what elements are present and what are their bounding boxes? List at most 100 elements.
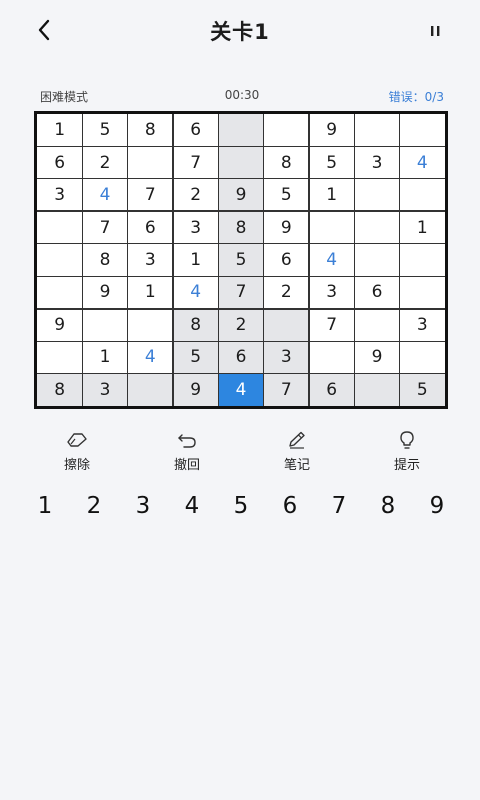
sudoku-cell[interactable]: 9 bbox=[173, 373, 219, 406]
erase-button[interactable]: 擦除 bbox=[42, 430, 112, 474]
tool-bar: 擦除 撤回 笔记 提示 bbox=[0, 430, 480, 474]
num-key-8[interactable]: 8 bbox=[368, 490, 408, 522]
undo-icon bbox=[178, 434, 196, 448]
sudoku-cell[interactable] bbox=[354, 114, 399, 146]
sudoku-cell[interactable] bbox=[37, 341, 82, 373]
error-counter: 错误：0/3 bbox=[388, 90, 444, 104]
sudoku-cell[interactable] bbox=[354, 211, 399, 243]
grid-line bbox=[127, 114, 129, 406]
sudoku-cell[interactable] bbox=[309, 341, 354, 373]
sudoku-cell[interactable]: 4 bbox=[128, 341, 173, 373]
sudoku-cell[interactable]: 5 bbox=[264, 179, 309, 211]
sudoku-cell[interactable]: 7 bbox=[82, 211, 127, 243]
eraser-icon bbox=[67, 433, 87, 447]
sudoku-cell[interactable] bbox=[37, 211, 82, 243]
sudoku-cell[interactable]: 6 bbox=[218, 341, 264, 374]
sudoku-cell[interactable] bbox=[354, 373, 400, 406]
sudoku-cell[interactable]: 7 bbox=[309, 309, 354, 341]
sudoku-cell[interactable]: 9 bbox=[309, 114, 354, 146]
sudoku-cell[interactable]: 8 bbox=[173, 308, 219, 342]
num-key-3[interactable]: 3 bbox=[123, 490, 163, 522]
sudoku-cell[interactable]: 9 bbox=[354, 341, 399, 373]
sudoku-cell[interactable]: 9 bbox=[82, 276, 127, 308]
sudoku-cell[interactable]: 4 bbox=[218, 373, 264, 406]
sudoku-cell[interactable]: 9 bbox=[218, 178, 264, 212]
sudoku-cell[interactable]: 2 bbox=[173, 179, 218, 211]
sudoku-cell[interactable] bbox=[263, 308, 309, 342]
sudoku-cell[interactable]: 1 bbox=[128, 276, 173, 308]
sudoku-cell[interactable] bbox=[37, 276, 82, 308]
sudoku-cell[interactable]: 1 bbox=[400, 211, 445, 243]
sudoku-cell[interactable]: 2 bbox=[218, 308, 264, 342]
sudoku-cell[interactable]: 5 bbox=[173, 341, 219, 374]
num-key-7[interactable]: 7 bbox=[319, 490, 359, 522]
sudoku-cell[interactable]: 3 bbox=[37, 179, 82, 211]
sudoku-cell[interactable] bbox=[128, 309, 173, 341]
sudoku-cell[interactable]: 4 bbox=[82, 179, 127, 211]
sudoku-cell[interactable]: 3 bbox=[263, 341, 309, 374]
sudoku-cell[interactable] bbox=[127, 373, 173, 406]
num-key-5[interactable]: 5 bbox=[221, 490, 261, 522]
sudoku-cell[interactable] bbox=[400, 114, 445, 146]
sudoku-cell[interactable] bbox=[400, 244, 445, 276]
sudoku-cell[interactable]: 6 bbox=[264, 244, 309, 276]
sudoku-cell[interactable] bbox=[354, 309, 399, 341]
sudoku-cell[interactable] bbox=[400, 276, 445, 308]
sudoku-cell[interactable] bbox=[218, 114, 264, 147]
num-key-1[interactable]: 1 bbox=[25, 490, 65, 522]
sudoku-cell[interactable] bbox=[264, 114, 309, 146]
sudoku-cell[interactable]: 2 bbox=[82, 146, 127, 178]
sudoku-cell[interactable]: 6 bbox=[309, 373, 355, 406]
sudoku-cell[interactable]: 3 bbox=[128, 244, 173, 276]
hint-button[interactable]: 提示 bbox=[372, 430, 442, 474]
notes-button[interactable]: 笔记 bbox=[262, 430, 332, 474]
sudoku-cell[interactable]: 9 bbox=[264, 211, 309, 243]
sudoku-cell[interactable]: 6 bbox=[37, 146, 82, 178]
sudoku-cell[interactable] bbox=[82, 309, 127, 341]
sudoku-cell[interactable]: 6 bbox=[128, 211, 173, 243]
sudoku-cell[interactable]: 6 bbox=[354, 276, 399, 308]
sudoku-cell[interactable]: 3 bbox=[354, 146, 399, 178]
sudoku-cell[interactable] bbox=[354, 244, 399, 276]
sudoku-cell[interactable]: 1 bbox=[173, 244, 218, 276]
sudoku-cell[interactable]: 3 bbox=[82, 373, 128, 406]
pause-button[interactable] bbox=[424, 20, 448, 42]
sudoku-cell[interactable]: 1 bbox=[309, 179, 354, 211]
num-key-9[interactable]: 9 bbox=[417, 490, 457, 522]
sudoku-cell[interactable]: 8 bbox=[264, 146, 309, 178]
sudoku-cell[interactable]: 5 bbox=[309, 146, 354, 178]
sudoku-cell[interactable]: 4 bbox=[400, 146, 445, 178]
sudoku-cell[interactable]: 3 bbox=[400, 309, 445, 341]
sudoku-cell[interactable]: 5 bbox=[399, 373, 445, 406]
sudoku-cell[interactable]: 9 bbox=[37, 309, 82, 341]
sudoku-cell[interactable]: 1 bbox=[37, 114, 82, 146]
sudoku-cell[interactable]: 8 bbox=[82, 244, 127, 276]
sudoku-cell[interactable]: 7 bbox=[263, 373, 309, 406]
sudoku-cell[interactable]: 5 bbox=[82, 114, 127, 146]
sudoku-cell[interactable]: 6 bbox=[173, 114, 218, 146]
sudoku-cell[interactable] bbox=[354, 179, 399, 211]
sudoku-cell[interactable]: 3 bbox=[173, 211, 218, 243]
sudoku-cell[interactable] bbox=[400, 341, 445, 373]
sudoku-cell[interactable]: 4 bbox=[173, 276, 218, 308]
sudoku-cell[interactable]: 7 bbox=[218, 276, 264, 309]
sudoku-cell[interactable]: 7 bbox=[128, 179, 173, 211]
sudoku-cell[interactable]: 8 bbox=[218, 211, 264, 244]
sudoku-cell[interactable] bbox=[309, 211, 354, 243]
sudoku-cell[interactable]: 7 bbox=[173, 146, 218, 178]
undo-button[interactable]: 撤回 bbox=[152, 430, 222, 474]
num-key-6[interactable]: 6 bbox=[270, 490, 310, 522]
sudoku-cell[interactable] bbox=[400, 179, 445, 211]
sudoku-cell[interactable]: 2 bbox=[264, 276, 309, 308]
sudoku-cell[interactable]: 4 bbox=[309, 244, 354, 276]
sudoku-cell[interactable]: 3 bbox=[309, 276, 354, 308]
sudoku-cell[interactable]: 1 bbox=[82, 341, 127, 373]
num-key-2[interactable]: 2 bbox=[74, 490, 114, 522]
sudoku-cell[interactable]: 8 bbox=[128, 114, 173, 146]
sudoku-cell[interactable]: 8 bbox=[37, 373, 83, 406]
num-key-4[interactable]: 4 bbox=[172, 490, 212, 522]
sudoku-cell[interactable] bbox=[37, 244, 82, 276]
sudoku-cell[interactable]: 5 bbox=[218, 243, 264, 277]
sudoku-cell[interactable] bbox=[218, 146, 264, 179]
sudoku-cell[interactable] bbox=[128, 146, 173, 178]
